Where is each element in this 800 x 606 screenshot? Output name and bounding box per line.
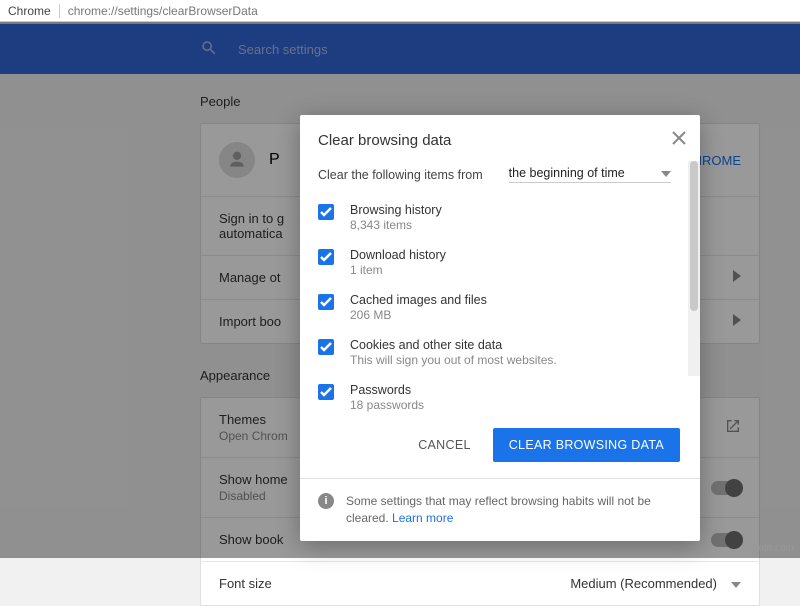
checkbox-checked-icon[interactable] [318,249,334,265]
dialog-scrollbar[interactable] [688,161,700,376]
checkbox-checked-icon[interactable] [318,294,334,310]
info-icon: i [318,493,334,509]
scrollbar-thumb[interactable] [690,161,698,311]
item-label: Download history [350,248,446,262]
cancel-button[interactable]: CANCEL [408,428,481,462]
font-size-row[interactable]: Font size Medium (Recommended) [201,561,759,605]
dialog-title: Clear browsing data [318,132,451,149]
clear-browsing-data-dialog: Clear browsing data Clear the following … [300,115,700,541]
clear-data-button[interactable]: CLEAR BROWSING DATA [493,428,680,462]
checkbox-row-download-history[interactable]: Download history 1 item [318,240,682,285]
checkbox-row-browsing-history[interactable]: Browsing history 8,343 items [318,195,682,240]
time-range-value: the beginning of time [509,166,625,180]
font-value: Medium (Recommended) [570,576,717,591]
clear-from-label: Clear the following items from [318,168,483,182]
chevron-down-icon [661,166,671,180]
item-label: Passwords [350,383,424,397]
checkbox-row-passwords[interactable]: Passwords 18 passwords [318,375,682,412]
address-bar: Chrome chrome://settings/clearBrowserDat… [0,0,800,22]
item-sublabel: 8,343 items [350,218,442,232]
watermark: wsxdn.com [744,543,794,554]
checkbox-checked-icon[interactable] [318,204,334,220]
browser-name-label: Chrome [0,4,60,18]
address-url[interactable]: chrome://settings/clearBrowserData [60,4,266,18]
item-sublabel: 206 MB [350,308,487,322]
item-sublabel: 1 item [350,263,446,277]
checkbox-row-cached[interactable]: Cached images and files 206 MB [318,285,682,330]
item-sublabel: This will sign you out of most websites. [350,353,557,367]
font-label: Font size [219,576,272,591]
footer-note: Some settings that may reflect browsing … [346,493,682,527]
checkbox-checked-icon[interactable] [318,384,334,400]
learn-more-link[interactable]: Learn more [392,511,453,525]
checkbox-checked-icon[interactable] [318,339,334,355]
time-range-select[interactable]: the beginning of time [509,166,671,183]
font-size-dropdown[interactable]: Medium (Recommended) [570,576,741,591]
item-label: Browsing history [350,203,442,217]
close-button[interactable] [672,131,686,150]
item-label: Cached images and files [350,293,487,307]
checkbox-row-cookies[interactable]: Cookies and other site data This will si… [318,330,682,375]
chevron-down-icon [731,576,741,591]
item-sublabel: 18 passwords [350,398,424,412]
item-label: Cookies and other site data [350,338,557,352]
